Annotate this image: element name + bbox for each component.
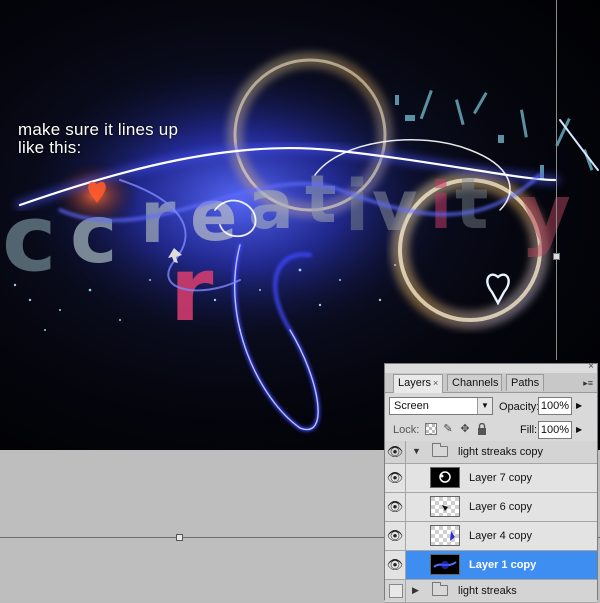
visibility-toggle[interactable]: 👁 bbox=[385, 493, 406, 521]
eye-icon: 👁 bbox=[386, 528, 404, 543]
folder-icon bbox=[432, 582, 448, 596]
lock-image-pixels-icon[interactable]: ✎ bbox=[442, 423, 454, 435]
hidden-visibility-box bbox=[389, 584, 403, 598]
layer-name: light streaks copy bbox=[458, 446, 543, 458]
layer-row-selected[interactable]: 👁 Layer 1 copy bbox=[385, 551, 597, 580]
fill-input[interactable]: 100% bbox=[538, 421, 572, 439]
layer-name: light streaks bbox=[458, 585, 517, 597]
visibility-toggle[interactable]: 👁 bbox=[385, 441, 406, 463]
visibility-toggle[interactable]: 👁 bbox=[385, 522, 406, 550]
layer-list: 👁 ▼ light streaks copy 👁 Layer 7 copy 👁 … bbox=[385, 441, 597, 603]
layer-row[interactable]: 👁 Layer 4 copy bbox=[385, 522, 597, 551]
layer-thumbnail bbox=[430, 554, 460, 575]
svg-text:v: v bbox=[372, 165, 418, 247]
panel-menu-icon[interactable]: ▸≡ bbox=[583, 378, 593, 389]
transform-handle-right[interactable] bbox=[553, 253, 560, 260]
layers-panel: × Layers × Channels Paths ▸≡ Screen ▼ Opa… bbox=[384, 362, 598, 603]
expand-triangle-icon[interactable]: ▼ bbox=[412, 446, 421, 456]
blend-row: Screen ▼ Opacity: 100% ▶ bbox=[385, 393, 597, 419]
fill-slider-arrow-icon[interactable]: ▶ bbox=[576, 425, 582, 434]
svg-text:i: i bbox=[430, 170, 452, 244]
lock-position-icon[interactable]: ✥ bbox=[459, 423, 471, 435]
instruction-line-1: make sure it lines up bbox=[18, 120, 179, 139]
opacity-input[interactable]: 100% bbox=[538, 397, 572, 415]
transform-handle[interactable] bbox=[176, 534, 183, 541]
layer-thumbnail bbox=[430, 525, 460, 546]
heart-outline-white bbox=[486, 273, 510, 306]
tab-close-icon[interactable]: × bbox=[433, 378, 438, 388]
layer-name: Layer 7 copy bbox=[469, 472, 532, 484]
eye-icon: 👁 bbox=[386, 557, 404, 572]
tab-paths-label: Paths bbox=[511, 377, 540, 389]
opacity-label: Opacity: bbox=[499, 401, 540, 413]
lock-label: Lock: bbox=[393, 424, 420, 436]
opacity-slider-arrow-icon[interactable]: ▶ bbox=[576, 401, 582, 410]
visibility-toggle[interactable]: 👁 bbox=[385, 551, 406, 579]
instruction-line-2: like this: bbox=[18, 138, 82, 157]
eye-icon: 👁 bbox=[386, 499, 404, 514]
layer-name: Layer 1 copy bbox=[469, 559, 537, 571]
layer-row[interactable]: 👁 Layer 6 copy bbox=[385, 493, 597, 522]
instruction-text: make sure it lines up like this: bbox=[18, 121, 178, 157]
layer-name: Layer 4 copy bbox=[469, 530, 532, 542]
layer-row[interactable]: 👁 Layer 7 copy bbox=[385, 464, 597, 493]
layer-thumbnail bbox=[430, 496, 460, 517]
eye-icon: 👁 bbox=[386, 470, 404, 485]
blend-mode-value: Screen bbox=[394, 400, 429, 412]
tab-channels[interactable]: Channels bbox=[447, 374, 502, 391]
visibility-toggle[interactable]: 👁 bbox=[385, 464, 406, 492]
svg-text:c: c bbox=[70, 188, 117, 281]
layer-thumbnail bbox=[430, 467, 460, 488]
lock-all-icon[interactable] bbox=[476, 422, 488, 435]
tab-channels-label: Channels bbox=[452, 377, 499, 389]
panel-title-bar[interactable]: × bbox=[385, 362, 597, 373]
panel-close-icon[interactable]: × bbox=[588, 362, 594, 372]
panel-tab-row: Layers × Channels Paths ▸≡ bbox=[385, 373, 597, 393]
chevron-down-icon[interactable]: ▼ bbox=[477, 398, 492, 414]
expand-triangle-icon[interactable]: ▶ bbox=[412, 585, 419, 596]
tab-layers[interactable]: Layers × bbox=[393, 374, 443, 393]
visibility-toggle[interactable] bbox=[385, 580, 406, 602]
folder-icon bbox=[432, 443, 448, 457]
tab-paths[interactable]: Paths bbox=[506, 374, 544, 391]
fill-label: Fill: bbox=[520, 424, 538, 436]
layer-name: Layer 6 copy bbox=[469, 501, 532, 513]
layer-group-light-streaks-copy[interactable]: 👁 ▼ light streaks copy bbox=[385, 441, 597, 464]
blend-mode-select[interactable]: Screen ▼ bbox=[389, 397, 493, 415]
svg-text:i: i bbox=[345, 165, 369, 247]
lock-row: Lock: ✎ ✥ Fill: 100% ▶ bbox=[385, 419, 597, 442]
svg-text:a: a bbox=[248, 166, 294, 245]
vertical-guide[interactable] bbox=[556, 0, 557, 360]
tab-layers-label: Layers bbox=[398, 377, 432, 389]
eye-icon: 👁 bbox=[386, 444, 404, 459]
lock-transparent-pixels-icon[interactable] bbox=[425, 423, 437, 435]
svg-text:t: t bbox=[305, 161, 337, 238]
